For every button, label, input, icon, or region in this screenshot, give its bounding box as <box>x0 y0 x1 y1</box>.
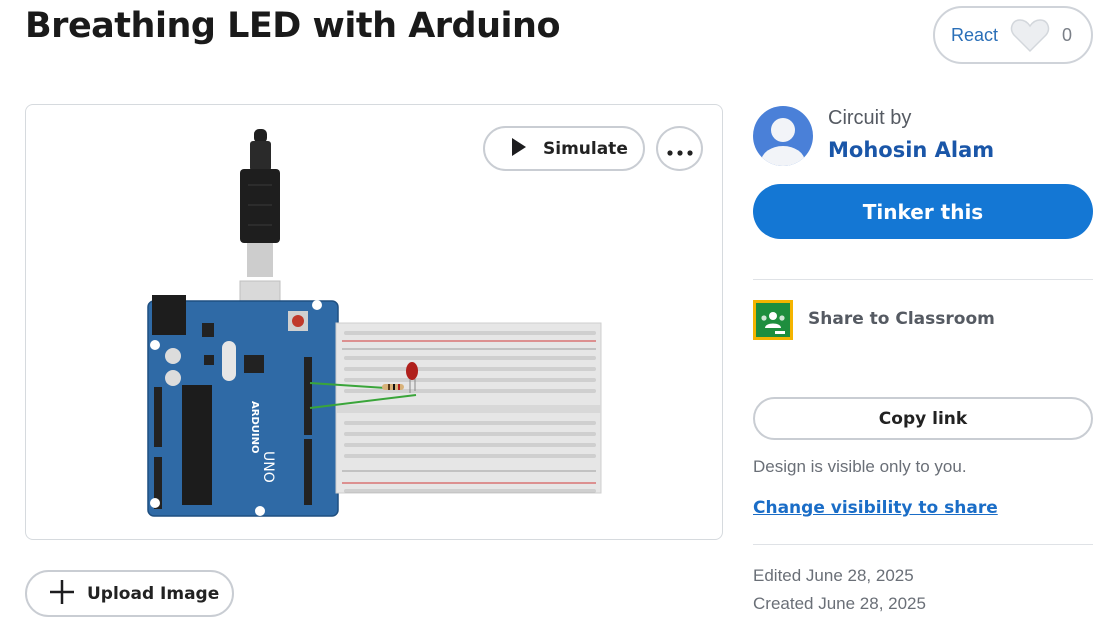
created-date: Created June 28, 2025 <box>753 594 926 613</box>
simulate-label: Simulate <box>543 138 628 159</box>
change-visibility-link[interactable]: Change visibility to share <box>753 498 998 518</box>
divider <box>753 279 1093 280</box>
circuit-by-label: Circuit by <box>828 107 912 129</box>
circuit-canvas[interactable]: ARDUINO UNO Simulate <box>25 104 723 540</box>
plus-icon <box>49 579 75 609</box>
user-avatar-icon <box>761 118 805 166</box>
more-options-button[interactable] <box>656 126 703 171</box>
react-count: 0 <box>1062 24 1073 45</box>
board-brand-text: ARDUINO <box>249 401 260 453</box>
edited-date: Edited June 28, 2025 <box>753 566 914 585</box>
page-title: Breathing LED with Arduino <box>25 6 561 46</box>
google-classroom-icon[interactable] <box>753 300 793 340</box>
react-label: React <box>951 24 999 45</box>
tinker-this-button[interactable]: Tinker this <box>753 184 1093 239</box>
upload-image-button[interactable]: Upload Image <box>25 570 234 617</box>
react-button[interactable]: React 0 <box>933 6 1093 64</box>
play-icon <box>511 137 527 161</box>
heart-icon <box>1010 15 1050 55</box>
copy-link-button[interactable]: Copy link <box>753 397 1093 440</box>
author-name-link[interactable]: Mohosin Alam <box>828 138 994 162</box>
simulate-button[interactable]: Simulate <box>483 126 645 171</box>
visibility-note: Design is visible only to you. <box>753 457 967 476</box>
avatar[interactable] <box>753 106 813 166</box>
share-to-classroom-label[interactable]: Share to Classroom <box>808 309 995 329</box>
more-options-icon <box>666 137 693 161</box>
divider <box>753 544 1093 545</box>
board-model-text: UNO <box>260 451 276 483</box>
upload-image-label: Upload Image <box>87 583 220 604</box>
